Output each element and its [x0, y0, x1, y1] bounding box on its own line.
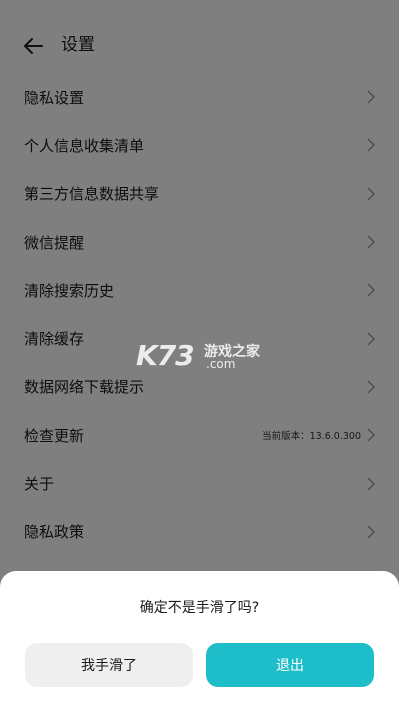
exit-button[interactable]: 退出: [206, 643, 374, 687]
watermark-logo: K73 游戏之家 .com: [136, 337, 266, 377]
exit-confirm-dialog: 确定不是手滑了吗? 我手滑了 退出: [0, 571, 399, 710]
dialog-message: 确定不是手滑了吗?: [139, 600, 260, 616]
watermark-domain: .com: [206, 357, 236, 371]
cancel-button[interactable]: 我手滑了: [25, 643, 193, 687]
watermark-logo-text: K73: [136, 339, 195, 372]
